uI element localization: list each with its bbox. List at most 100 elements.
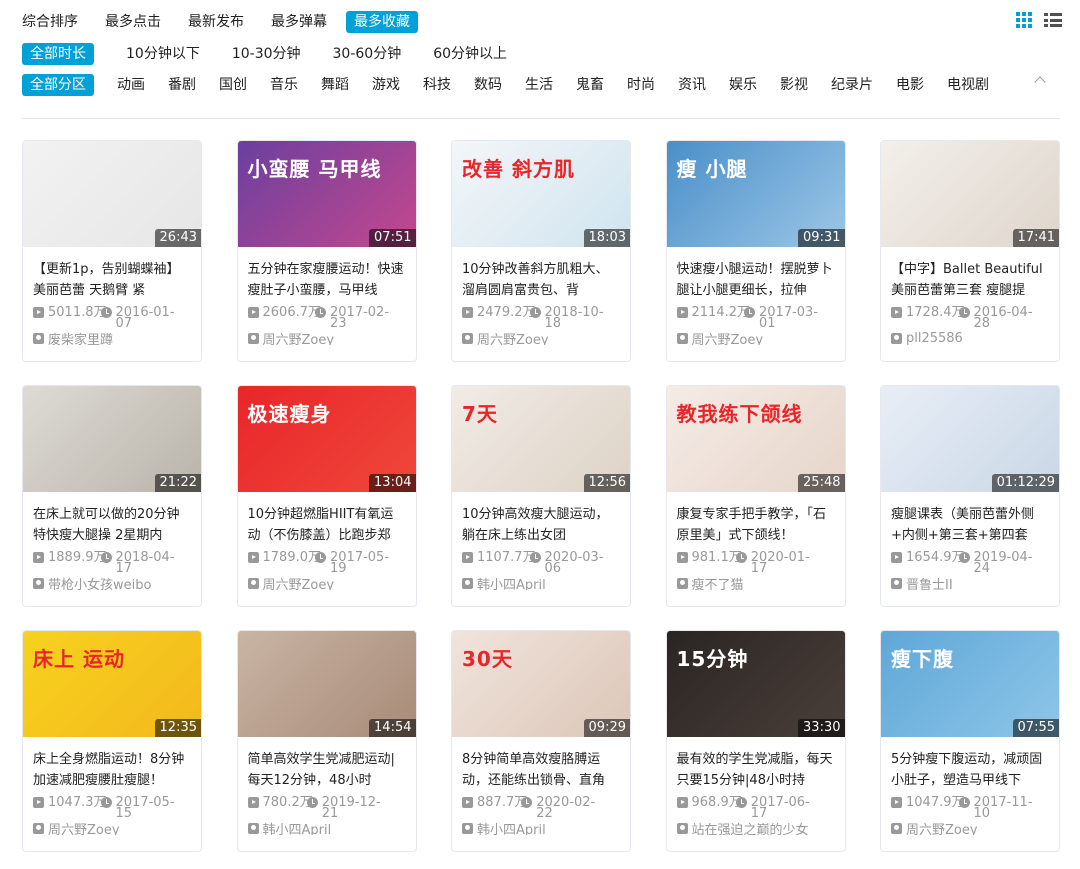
category-option-14[interactable]: 影视 <box>780 74 808 96</box>
category-option-12[interactable]: 资讯 <box>678 74 706 96</box>
grid-view-icon[interactable] <box>1016 12 1034 28</box>
category-option-4[interactable]: 音乐 <box>270 74 298 96</box>
category-option-1[interactable]: 动画 <box>117 74 145 96</box>
uploader-name[interactable]: 周六野Zoey <box>48 821 120 836</box>
video-thumbnail[interactable]: 26:43 <box>23 141 201 247</box>
sort-option-4[interactable]: 最多收藏 <box>346 11 418 33</box>
uploader[interactable]: 周六野Zoey <box>462 331 620 345</box>
video-title[interactable]: 8分钟简单高效瘦胳膊运动，还能练出锁骨、直角 <box>462 749 620 791</box>
uploader[interactable]: 带枪小女孩weibo <box>33 576 191 590</box>
uploader-name[interactable]: 周六野Zoey <box>477 331 549 346</box>
video-thumbnail[interactable]: 改善 斜方肌 18:03 <box>452 141 630 247</box>
video-title[interactable]: 10分钟超燃脂HIIT有氧运动（不伤膝盖）比跑步郑 <box>248 504 406 546</box>
video-title[interactable]: 康复专家手把手教学，「石原里美」式下颌线！ <box>677 504 835 546</box>
sort-option-3[interactable]: 最多弹幕 <box>271 11 327 33</box>
category-option-3[interactable]: 国创 <box>219 74 247 96</box>
uploader-name[interactable]: 韩小四April <box>477 576 546 591</box>
uploader[interactable]: 晋鲁士II <box>891 576 1049 590</box>
video-card[interactable]: 瘦 小腿 09:31 快速瘦小腿运动！摆脱萝卜腿让小腿更细长，拉伸 2114.2… <box>665 140 846 362</box>
video-card[interactable]: 30天 09:29 8分钟简单高效瘦胳膊运动，还能练出锁骨、直角 887.7万 … <box>451 630 631 852</box>
video-card[interactable]: 床上 运动 12:35 床上全身燃脂运动！8分钟加速减肥瘦腰肚瘦腿！ 1047.… <box>22 630 202 852</box>
video-card[interactable]: 瘦下腹 07:55 5分钟瘦下腹运动，减顽固小肚子，塑造马甲线下 1047.9万… <box>880 630 1060 852</box>
video-thumbnail[interactable]: 瘦下腹 07:55 <box>881 631 1059 737</box>
video-title[interactable]: 五分钟在家瘦腰运动！快速瘦肚子小蛮腰，马甲线 <box>248 259 406 301</box>
sort-option-0[interactable]: 综合排序 <box>22 11 78 33</box>
sort-option-2[interactable]: 最新发布 <box>188 11 244 33</box>
video-thumbnail[interactable]: 14:54 <box>237 631 416 737</box>
duration-option-4[interactable]: 60分钟以上 <box>433 43 507 65</box>
uploader-name[interactable]: 周六野Zoey <box>692 331 764 346</box>
uploader-name[interactable]: 周六野Zoey <box>263 331 335 346</box>
video-title[interactable]: 最有效的学生党减脂，每天只要15分钟|48小时持 <box>677 749 835 791</box>
uploader-name[interactable]: 带枪小女孩weibo <box>48 576 151 591</box>
uploader[interactable]: 周六野Zoey <box>891 821 1049 835</box>
uploader[interactable]: 周六野Zoey <box>247 331 406 346</box>
video-title[interactable]: 【中字】Ballet Beautiful 美丽芭蕾第三套 瘦腿提 <box>891 259 1049 301</box>
uploader[interactable]: 周六野Zoey <box>247 576 406 591</box>
uploader-name[interactable]: 韩小四April <box>477 821 546 836</box>
uploader[interactable]: 韩小四April <box>462 821 620 835</box>
category-option-5[interactable]: 舞蹈 <box>321 74 349 96</box>
video-thumbnail[interactable]: 01:12:29 <box>881 386 1059 492</box>
video-card[interactable]: 01:12:29 瘦腿课表（美丽芭蕾外侧+内侧+第三套+第四套 1654.9万 … <box>880 385 1060 607</box>
uploader-name[interactable]: 站在强迫之巅的少女 <box>692 821 809 836</box>
category-option-2[interactable]: 番剧 <box>168 74 196 96</box>
duration-option-3[interactable]: 30-60分钟 <box>333 43 402 65</box>
uploader[interactable]: pll25586 <box>891 331 1049 345</box>
uploader-name[interactable]: 瘦不了猫 <box>692 576 744 591</box>
video-title[interactable]: 【更新1p，告别蝴蝶袖】美丽芭蕾 天鹅臂 紧 <box>33 259 191 301</box>
uploader-name[interactable]: 废柴家里蹲 <box>48 331 113 346</box>
video-card[interactable]: 7天 12:56 10分钟高效瘦大腿运动，躺在床上练出女团 1107.7万 20… <box>451 385 631 607</box>
video-card[interactable]: 极速瘦身 13:04 10分钟超燃脂HIIT有氧运动（不伤膝盖）比跑步郑 178… <box>236 385 417 607</box>
video-thumbnail[interactable]: 极速瘦身 13:04 <box>237 386 416 492</box>
chevron-up-icon[interactable] <box>1034 76 1046 88</box>
category-option-6[interactable]: 游戏 <box>372 74 400 96</box>
list-view-icon[interactable] <box>1044 12 1062 28</box>
duration-option-0[interactable]: 全部时长 <box>22 43 94 65</box>
uploader-name[interactable]: 晋鲁士II <box>906 576 953 591</box>
uploader[interactable]: 韩小四April <box>462 576 620 590</box>
video-card[interactable]: 21:22 在床上就可以做的20分钟特快瘦大腿操 2星期内 1889.9万 20… <box>22 385 202 607</box>
category-option-16[interactable]: 电影 <box>896 74 924 96</box>
video-title[interactable]: 简单高效学生党减肥运动|每天12分钟，48小时 <box>248 749 406 791</box>
uploader[interactable]: 周六野Zoey <box>33 821 191 835</box>
duration-option-1[interactable]: 10分钟以下 <box>126 43 200 65</box>
uploader[interactable]: 站在强迫之巅的少女 <box>676 821 835 836</box>
video-card[interactable]: 26:43 【更新1p，告别蝴蝶袖】美丽芭蕾 天鹅臂 紧 5011.8万 201… <box>22 140 202 362</box>
video-title[interactable]: 快速瘦小腿运动！摆脱萝卜腿让小腿更细长，拉伸 <box>677 259 835 301</box>
video-card[interactable]: 14:54 简单高效学生党减肥运动|每天12分钟，48小时 780.2万 201… <box>236 630 417 852</box>
video-thumbnail[interactable]: 瘦 小腿 09:31 <box>666 141 845 247</box>
video-thumbnail[interactable]: 21:22 <box>23 386 201 492</box>
video-title[interactable]: 10分钟改善斜方肌粗大、溜肩圆肩富贵包、背 <box>462 259 620 301</box>
uploader-name[interactable]: pll25586 <box>906 331 963 345</box>
video-thumbnail[interactable]: 17:41 <box>881 141 1059 247</box>
video-card[interactable]: 小蛮腰 马甲线 07:51 五分钟在家瘦腰运动！快速瘦肚子小蛮腰，马甲线 260… <box>236 140 417 362</box>
uploader-name[interactable]: 韩小四April <box>263 821 332 836</box>
category-option-7[interactable]: 科技 <box>423 74 451 96</box>
video-thumbnail[interactable]: 7天 12:56 <box>452 386 630 492</box>
video-card[interactable]: 17:41 【中字】Ballet Beautiful 美丽芭蕾第三套 瘦腿提 1… <box>880 140 1060 362</box>
category-option-13[interactable]: 娱乐 <box>729 74 757 96</box>
video-card[interactable]: 改善 斜方肌 18:03 10分钟改善斜方肌粗大、溜肩圆肩富贵包、背 2479.… <box>451 140 631 362</box>
category-option-8[interactable]: 数码 <box>474 74 502 96</box>
uploader-name[interactable]: 周六野Zoey <box>906 821 978 836</box>
video-thumbnail[interactable]: 小蛮腰 马甲线 07:51 <box>237 141 416 247</box>
uploader[interactable]: 废柴家里蹲 <box>33 331 191 345</box>
video-title[interactable]: 瘦腿课表（美丽芭蕾外侧+内侧+第三套+第四套 <box>891 504 1049 546</box>
duration-option-2[interactable]: 10-30分钟 <box>232 43 301 65</box>
uploader[interactable]: 韩小四April <box>247 821 406 836</box>
video-title[interactable]: 5分钟瘦下腹运动，减顽固小肚子，塑造马甲线下 <box>891 749 1049 791</box>
uploader[interactable]: 周六野Zoey <box>676 331 835 346</box>
video-title[interactable]: 在床上就可以做的20分钟特快瘦大腿操 2星期内 <box>33 504 191 546</box>
video-card[interactable]: 教我练下颌线 25:48 康复专家手把手教学，「石原里美」式下颌线！ 981.1… <box>665 385 846 607</box>
uploader[interactable]: 瘦不了猫 <box>676 576 835 591</box>
category-option-15[interactable]: 纪录片 <box>831 74 873 96</box>
video-thumbnail[interactable]: 教我练下颌线 25:48 <box>666 386 845 492</box>
video-thumbnail[interactable]: 15分钟 33:30 <box>666 631 845 737</box>
category-option-11[interactable]: 时尚 <box>627 74 655 96</box>
category-option-0[interactable]: 全部分区 <box>22 74 94 96</box>
video-thumbnail[interactable]: 床上 运动 12:35 <box>23 631 201 737</box>
video-title[interactable]: 床上全身燃脂运动！8分钟加速减肥瘦腰肚瘦腿！ <box>33 749 191 791</box>
uploader-name[interactable]: 周六野Zoey <box>263 576 335 591</box>
category-option-9[interactable]: 生活 <box>525 74 553 96</box>
